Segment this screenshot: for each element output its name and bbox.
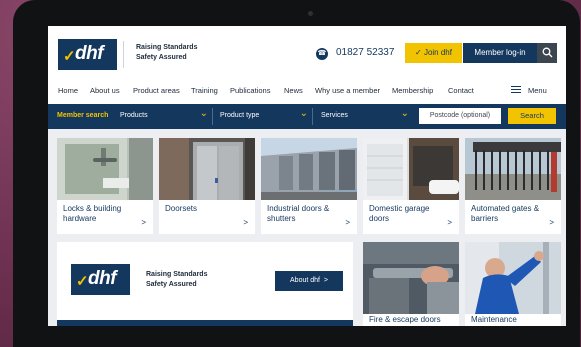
card-label: Locks & building hardware bbox=[63, 204, 122, 223]
search-icon bbox=[542, 47, 552, 58]
logo-divider bbox=[123, 41, 124, 68]
dhf-logo[interactable]: ✓ dhf bbox=[58, 39, 117, 70]
card-label: Doorsets bbox=[165, 204, 198, 213]
phone-icon: ☎ bbox=[316, 48, 328, 60]
hamburger-menu-icon[interactable] bbox=[511, 86, 521, 94]
card-label: Domestic garage doors bbox=[369, 204, 430, 223]
tagline: Raising Standards Safety Assured bbox=[136, 43, 197, 63]
card-label: Industrial doors & shutters bbox=[267, 204, 330, 223]
card-doorsets[interactable]: Doorsets > bbox=[159, 138, 255, 234]
about-promo-panel: ✓ dhf Raising Standards Safety Assured A… bbox=[57, 242, 353, 326]
phone-number[interactable]: 01827 52337 bbox=[336, 47, 394, 58]
doorsets-image bbox=[159, 138, 255, 200]
nav-item-membership[interactable]: Membership bbox=[392, 86, 433, 95]
check-icon: ✓ bbox=[415, 48, 422, 57]
maintenance-image bbox=[465, 242, 561, 314]
nav-item-about-us[interactable]: About us bbox=[90, 86, 120, 95]
fire-escape-image bbox=[363, 242, 459, 314]
join-label: Join dhf bbox=[423, 48, 452, 57]
camera-icon bbox=[308, 11, 313, 16]
card-domestic-garage-doors[interactable]: Domestic garage doors > bbox=[363, 138, 459, 234]
product-type-dropdown[interactable]: Product type ⌄ bbox=[214, 108, 313, 125]
card-automated-gates[interactable]: Automated gates & barriers > bbox=[465, 138, 561, 234]
promo-strip bbox=[57, 320, 353, 326]
garage-doors-image bbox=[363, 138, 459, 200]
tagline-line-2: Safety Assured bbox=[146, 281, 197, 288]
nav-item-contact[interactable]: Contact bbox=[448, 86, 474, 95]
services-dropdown-label: Services bbox=[321, 112, 348, 119]
chevron-right-icon: > bbox=[141, 218, 146, 227]
chevron-down-icon: ⌄ bbox=[199, 108, 208, 119]
card-label: Fire & escape doors bbox=[369, 315, 441, 324]
browser-screen: ✓ dhf Raising Standards Safety Assured ☎… bbox=[48, 26, 566, 326]
product-areas-section: Locks & building hardware > Doorsets > I… bbox=[48, 129, 566, 326]
tagline-line-1: Raising Standards bbox=[146, 271, 208, 278]
dhf-logo: ✓ dhf bbox=[71, 264, 130, 295]
nav-item-training[interactable]: Training bbox=[191, 86, 218, 95]
locks-hardware-image bbox=[57, 138, 153, 200]
main-nav: Home About us Product areas Training Pub… bbox=[48, 83, 566, 99]
chevron-down-icon: ⌄ bbox=[299, 108, 308, 119]
automated-gates-image bbox=[465, 138, 561, 200]
join-button[interactable]: ✓ Join dhf bbox=[405, 43, 462, 63]
postcode-input[interactable]: Postcode (optional) bbox=[419, 108, 501, 124]
member-login-button[interactable]: Member log-in bbox=[463, 43, 537, 63]
member-search-bar: Member search Products ⌄ Product type ⌄ … bbox=[48, 104, 566, 129]
product-type-dropdown-label: Product type bbox=[220, 112, 260, 119]
nav-item-why-use-a-member[interactable]: Why use a member bbox=[315, 86, 380, 95]
checkmark-icon: ✓ bbox=[76, 273, 89, 290]
card-fire-escape-doors[interactable]: Fire & escape doors bbox=[363, 242, 459, 326]
industrial-doors-image bbox=[261, 138, 357, 200]
checkmark-icon: ✓ bbox=[63, 48, 76, 65]
tagline-line-2: Safety Assured bbox=[136, 54, 187, 61]
nav-item-publications[interactable]: Publications bbox=[230, 86, 270, 95]
tagline-line-1: Raising Standards bbox=[136, 44, 198, 51]
promo-tagline: Raising Standards Safety Assured bbox=[146, 270, 207, 290]
products-dropdown[interactable]: Products ⌄ bbox=[114, 108, 213, 125]
products-dropdown-label: Products bbox=[120, 112, 148, 119]
about-label: About dhf bbox=[290, 277, 320, 284]
header-search-button[interactable] bbox=[537, 43, 557, 63]
card-industrial-doors[interactable]: Industrial doors & shutters > bbox=[261, 138, 357, 234]
nav-item-home[interactable]: Home bbox=[58, 86, 78, 95]
chevron-right-icon: > bbox=[243, 218, 248, 227]
nav-item-news[interactable]: News bbox=[284, 86, 303, 95]
chevron-right-icon: > bbox=[447, 218, 452, 227]
services-dropdown[interactable]: Services ⌄ bbox=[315, 108, 413, 125]
menu-label[interactable]: Menu bbox=[528, 86, 547, 95]
card-label: Maintenance bbox=[471, 315, 517, 324]
member-search-label: Member search bbox=[57, 112, 109, 119]
card-label: Automated gates & barriers bbox=[471, 204, 540, 223]
card-locks-hardware[interactable]: Locks & building hardware > bbox=[57, 138, 153, 234]
chevron-right-icon: > bbox=[345, 218, 350, 227]
nav-item-product-areas[interactable]: Product areas bbox=[133, 86, 180, 95]
chevron-down-icon: ⌄ bbox=[400, 108, 409, 119]
tablet-frame: ✓ dhf Raising Standards Safety Assured ☎… bbox=[13, 0, 580, 347]
logo-text: dhf bbox=[88, 268, 117, 289]
logo-text: dhf bbox=[75, 43, 104, 64]
card-maintenance[interactable]: Maintenance bbox=[465, 242, 561, 326]
chevron-right-icon: > bbox=[549, 218, 554, 227]
chevron-right-icon: > bbox=[321, 277, 328, 284]
about-dhf-button[interactable]: About dhf > bbox=[275, 271, 343, 291]
member-search-button[interactable]: Search bbox=[508, 108, 556, 124]
